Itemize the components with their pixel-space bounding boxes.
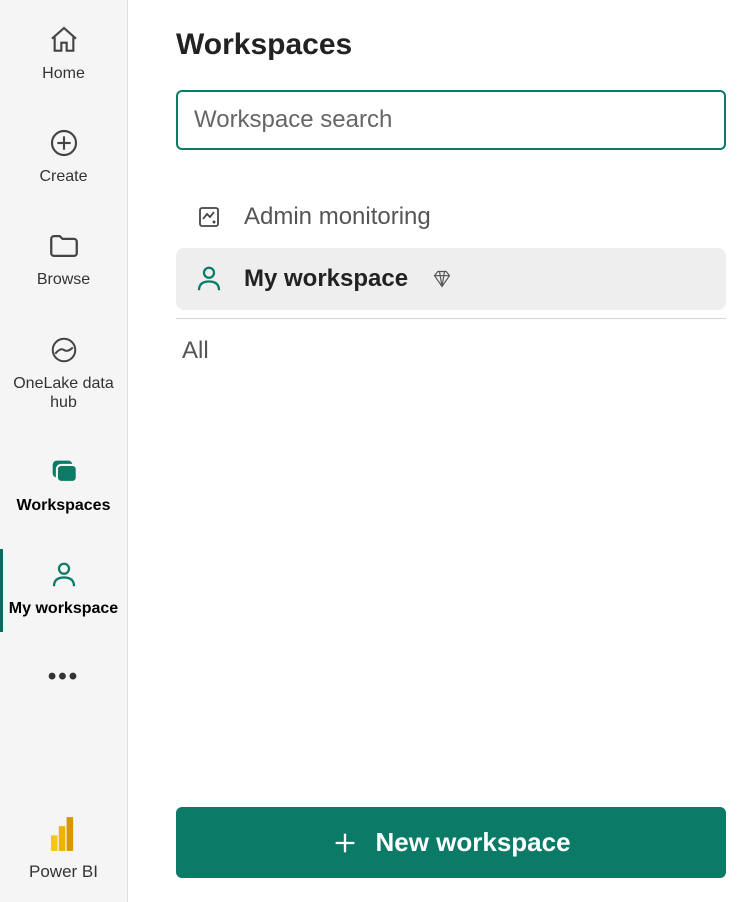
powerbi-icon xyxy=(51,817,77,856)
ellipsis-icon: ••• xyxy=(48,663,79,691)
nav-label: My workspace xyxy=(9,599,118,618)
onelake-icon xyxy=(44,330,84,370)
nav-item-workspaces[interactable]: Workspaces xyxy=(0,446,127,529)
plus-icon xyxy=(331,829,359,857)
premium-diamond-icon xyxy=(432,269,452,289)
panel-title: Workspaces xyxy=(176,28,726,62)
section-label-all: All xyxy=(176,337,726,365)
nav-label: Workspaces xyxy=(17,496,111,515)
nav-label: Browse xyxy=(37,270,90,289)
nav-label: Home xyxy=(42,64,85,83)
workspaces-icon xyxy=(44,452,84,492)
nav-item-my-workspace[interactable]: My workspace xyxy=(0,549,127,632)
workspace-search-input[interactable] xyxy=(176,90,726,150)
folder-icon xyxy=(44,226,84,266)
workspace-item-label: Admin monitoring xyxy=(244,203,431,231)
divider xyxy=(176,318,726,319)
workspace-list: Admin monitoring My workspace xyxy=(176,186,726,310)
nav-more-button[interactable]: ••• xyxy=(0,652,127,702)
nav-label: Create xyxy=(39,167,87,186)
person-icon xyxy=(194,264,224,294)
monitoring-icon xyxy=(194,202,224,232)
workspaces-panel: Workspaces Admin monitoring My workspace xyxy=(128,0,750,902)
nav-rail: Home Create Browse OneLake data hub xyxy=(0,0,128,902)
nav-item-create[interactable]: Create xyxy=(0,117,127,200)
nav-label: OneLake data hub xyxy=(4,374,123,412)
workspace-item-admin-monitoring[interactable]: Admin monitoring xyxy=(176,186,726,248)
nav-label: Power BI xyxy=(29,862,98,882)
plus-circle-icon xyxy=(44,123,84,163)
workspace-item-label: My workspace xyxy=(244,265,408,293)
nav-item-home[interactable]: Home xyxy=(0,14,127,97)
workspace-item-my-workspace[interactable]: My workspace xyxy=(176,248,726,310)
person-icon xyxy=(44,555,84,595)
new-workspace-button[interactable]: New workspace xyxy=(176,807,726,878)
home-icon xyxy=(44,20,84,60)
nav-footer-powerbi[interactable]: Power BI xyxy=(0,817,127,902)
new-workspace-button-label: New workspace xyxy=(375,827,570,858)
nav-item-onelake[interactable]: OneLake data hub xyxy=(0,324,127,426)
nav-item-browse[interactable]: Browse xyxy=(0,220,127,303)
